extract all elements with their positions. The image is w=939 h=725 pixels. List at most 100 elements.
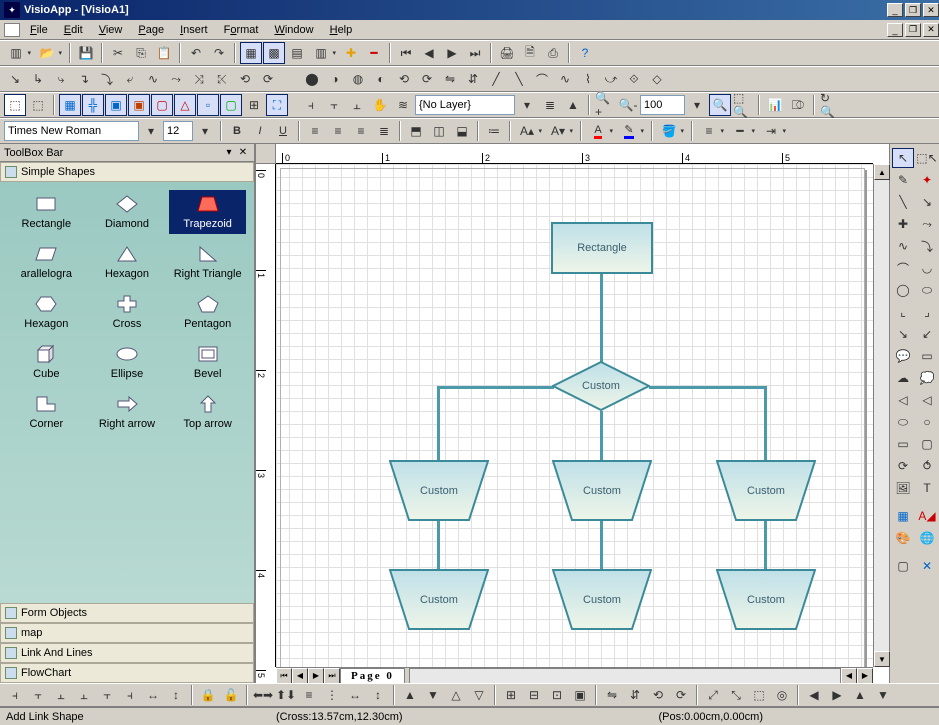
full-screen[interactable]: ⛶ bbox=[266, 94, 288, 116]
new-button[interactable]: ▥ bbox=[4, 42, 34, 64]
layer-field[interactable] bbox=[415, 95, 515, 115]
group-tool[interactable]: ▢ bbox=[892, 556, 914, 576]
select-area-tool[interactable]: ⬚↖ bbox=[916, 148, 938, 168]
grid-toggle[interactable]: ▩ bbox=[263, 42, 285, 64]
freehand-tool[interactable]: ✎ bbox=[892, 170, 914, 190]
menu-file[interactable]: File bbox=[24, 22, 54, 38]
circle-tool[interactable]: ○ bbox=[916, 412, 938, 432]
view-menu-button[interactable]: ▥ bbox=[309, 42, 339, 64]
maximize-button[interactable]: ❐ bbox=[905, 3, 921, 17]
pan-tool[interactable]: ✋ bbox=[369, 94, 391, 116]
minimize-button[interactable]: _ bbox=[887, 3, 903, 17]
closed-curve-tool[interactable]: ⟳ bbox=[892, 456, 914, 476]
rotate-l-cmd[interactable]: ⟲ bbox=[647, 684, 669, 706]
semicircle-tool[interactable]: ◡ bbox=[916, 258, 938, 278]
font-dec-button[interactable]: A▾ bbox=[546, 120, 576, 142]
section-simple-shapes[interactable]: Simple Shapes bbox=[0, 162, 254, 182]
flowchart-trap[interactable]: Custom bbox=[389, 569, 489, 631]
dist-v2[interactable]: ⋮ bbox=[321, 684, 343, 706]
conn-elbow2[interactable]: ⤷ bbox=[50, 68, 72, 90]
snap-grid[interactable]: ▣ bbox=[105, 94, 127, 116]
valign-mid-button[interactable]: ◫ bbox=[428, 120, 450, 142]
conn-curve2[interactable]: ⤳ bbox=[165, 68, 187, 90]
group-cmd[interactable]: ⊞ bbox=[500, 684, 522, 706]
callout-round-tool[interactable]: 💬 bbox=[892, 346, 914, 366]
align-left[interactable]: ⫞ bbox=[4, 684, 26, 706]
cross-tool[interactable]: ✚ bbox=[892, 214, 914, 234]
shape-op-combine[interactable]: ◐ bbox=[370, 68, 392, 90]
open-button[interactable]: 📂 bbox=[35, 42, 65, 64]
add-page-button[interactable]: ✚ bbox=[340, 42, 362, 64]
mdi-minimize-button[interactable]: _ bbox=[887, 23, 903, 37]
show-conn-points[interactable]: ▫ bbox=[197, 94, 219, 116]
remove-page-button[interactable]: ━ bbox=[363, 42, 385, 64]
bring-front[interactable]: ▲ bbox=[562, 94, 584, 116]
scroll-down-button[interactable]: ▼ bbox=[874, 651, 890, 667]
vertical-scrollbar[interactable]: ▲ ▼ bbox=[873, 164, 889, 667]
valign-bot-button[interactable]: ⬓ bbox=[451, 120, 473, 142]
conn-curve1[interactable]: ∿ bbox=[142, 68, 164, 90]
connector[interactable] bbox=[600, 521, 603, 571]
align-hcenter[interactable]: ⫟ bbox=[27, 684, 49, 706]
arrow-l-tool[interactable]: ↙ bbox=[916, 324, 938, 344]
last-page-button[interactable]: ⏭ bbox=[464, 42, 486, 64]
arc-tool[interactable]: ⌒ bbox=[892, 258, 914, 278]
add-point-tool[interactable]: ✦ bbox=[916, 170, 938, 190]
undo-button[interactable]: ↶ bbox=[185, 42, 207, 64]
shape-op-flip-v[interactable]: ⇵ bbox=[462, 68, 484, 90]
dist-h[interactable]: ⬅➡ bbox=[252, 684, 274, 706]
bold-button[interactable]: B bbox=[226, 120, 248, 142]
select-tool[interactable]: ⬚ bbox=[4, 94, 26, 116]
rect-tool[interactable]: ▭ bbox=[892, 434, 914, 454]
dist-v[interactable]: ⬆⬇ bbox=[275, 684, 297, 706]
path-op7[interactable]: ⟐ bbox=[623, 68, 645, 90]
order-front[interactable]: ▲ bbox=[399, 684, 421, 706]
show-crop[interactable]: ▢ bbox=[220, 94, 242, 116]
stencil-tool[interactable]: ▦ bbox=[892, 506, 914, 526]
zoom-area[interactable]: ⬚🔍 bbox=[732, 94, 754, 116]
copy-button[interactable]: ⎘ bbox=[130, 42, 152, 64]
flowchart-trap[interactable]: Custom bbox=[716, 460, 816, 522]
globe-tool[interactable]: 🌐 bbox=[916, 528, 938, 548]
section-form-objects[interactable]: Form Objects bbox=[0, 603, 254, 623]
hscroll-track[interactable] bbox=[409, 668, 841, 684]
shape-corner[interactable]: Corner bbox=[8, 390, 85, 434]
align-bottom[interactable]: ⫞ bbox=[119, 684, 141, 706]
layers-panel[interactable]: ≣ bbox=[539, 94, 561, 116]
pointer-tool[interactable]: ↖ bbox=[892, 148, 914, 168]
shape-op-rotate-ccw[interactable]: ⟲ bbox=[393, 68, 415, 90]
size-grow[interactable]: ⤢ bbox=[702, 684, 724, 706]
shape-op-intersect[interactable]: ◍ bbox=[347, 68, 369, 90]
print-button[interactable]: 🖨 bbox=[496, 42, 518, 64]
page-first-button[interactable]: ⏮ bbox=[276, 668, 292, 684]
order-back[interactable]: ▼ bbox=[422, 684, 444, 706]
flowchart-trap[interactable]: Custom bbox=[716, 569, 816, 631]
vertical-ruler[interactable]: 012345 bbox=[256, 164, 276, 667]
shape-cube[interactable]: Cube bbox=[8, 340, 85, 384]
close-button[interactable]: ✕ bbox=[923, 3, 939, 17]
help-button[interactable]: ? bbox=[574, 42, 596, 64]
bezier-tool[interactable]: ∿ bbox=[892, 236, 914, 256]
shape-rect[interactable]: Rectangle bbox=[8, 190, 85, 234]
thought-tool[interactable]: 💭 bbox=[916, 368, 938, 388]
flip-v-cmd[interactable]: ⇵ bbox=[624, 684, 646, 706]
zoom-field[interactable] bbox=[640, 95, 685, 115]
flowchart-rect[interactable]: Rectangle bbox=[551, 222, 653, 274]
align-justify-button[interactable]: ≣ bbox=[373, 120, 395, 142]
flowchart-diamond[interactable]: Custom bbox=[552, 361, 650, 411]
align-top[interactable]: ⫠ bbox=[73, 684, 95, 706]
space-h[interactable]: ↔ bbox=[344, 684, 366, 706]
show-guides[interactable]: ╬ bbox=[82, 94, 104, 116]
size-shrink[interactable]: ⤡ bbox=[725, 684, 747, 706]
shape-op-union[interactable]: ⬤ bbox=[301, 68, 323, 90]
rotate-r-cmd[interactable]: ⟳ bbox=[670, 684, 692, 706]
font-size-field[interactable] bbox=[163, 121, 193, 141]
valign-top-button[interactable]: ⬒ bbox=[405, 120, 427, 142]
line-color-button[interactable]: ✎ bbox=[617, 120, 647, 142]
line-tool[interactable]: ╲ bbox=[892, 192, 914, 212]
toolbox-close-button[interactable]: ✕ bbox=[236, 146, 250, 160]
toolbox-pin-button[interactable]: ▾ bbox=[222, 146, 236, 160]
path-op6[interactable]: ⤻ bbox=[600, 68, 622, 90]
connector[interactable] bbox=[437, 386, 554, 389]
zoom-drop[interactable]: ▾ bbox=[686, 94, 708, 116]
